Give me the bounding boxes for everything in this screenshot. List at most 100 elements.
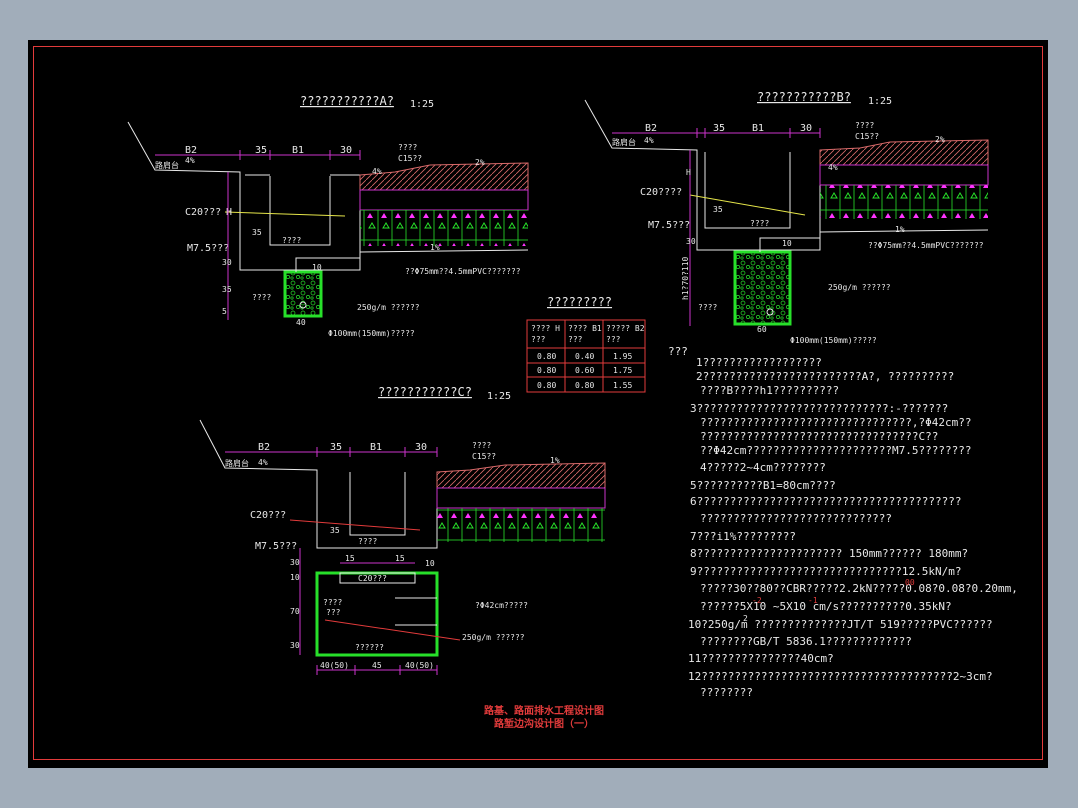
note-line-18: ????????GB/T 5836.1?????????????	[700, 635, 912, 648]
section-b-title: ???????????B?	[757, 90, 851, 104]
dim-c-45: 45	[372, 661, 382, 670]
label-c-q6: ??????	[355, 643, 384, 652]
table-r2c2: 0.60	[575, 366, 594, 375]
label-c-shoulder: 路肩台	[225, 458, 249, 468]
dim-c-15a: 15	[345, 554, 355, 563]
section-c-title: ???????????C?	[378, 385, 472, 399]
label-a-q4: ????	[398, 143, 417, 152]
dim-b-35: 35	[713, 123, 725, 134]
label-c-c20: C20???	[250, 510, 286, 521]
note-line-11: ?????????????????????????????	[700, 512, 892, 525]
label-a-h: H	[226, 207, 232, 218]
label-a-geo: 250g/m ??????	[357, 303, 420, 312]
label-b-pvc: ??Φ75mm??4.5mmPVC???????	[868, 241, 984, 250]
note-red-mark: 00	[905, 578, 915, 587]
table-h2a: ???? B1	[568, 324, 602, 333]
label-a-q4b: ????	[282, 236, 301, 245]
label-b-4pct: 4%	[644, 136, 654, 145]
dim-a-30b: 30	[222, 258, 232, 267]
dim-a-35c: 35	[222, 285, 232, 294]
label-b-pipe: Φ100mm(150mm)?????	[790, 336, 877, 345]
dim-c-70: 70	[290, 607, 300, 616]
label-a-4pct-2: 4%	[372, 167, 382, 176]
table-r1c3: 1.95	[613, 352, 632, 361]
section-a-scale: 1:25	[410, 99, 434, 110]
table-r3c1: 0.80	[537, 381, 556, 390]
label-b-geo: 250g/m ??????	[828, 283, 891, 292]
note-line-5: ????????????????????????????????,?Φ42cm?…	[700, 416, 972, 429]
label-c-phi42: ?Φ42cm?????	[475, 601, 528, 610]
dim-b-35b: 35	[713, 205, 723, 214]
note-line-9: 5??????????B1=80cm????	[690, 479, 836, 492]
label-c-q4c: ????	[323, 598, 342, 607]
note-line-6: ?????????????????????????????????C??	[700, 430, 938, 443]
section-a: ???????????A? 1:25 B2 35 B1 30 路肩台 4% 2%…	[127, 94, 529, 338]
dim-c-15b: 15	[395, 554, 405, 563]
table-h1b: ???	[531, 335, 546, 344]
dim-c-40b: 40(50)	[405, 661, 434, 670]
note-exp-sq: 2	[743, 614, 748, 623]
note-line-7: ??Φ42cm??????????????????????M7.5???????…	[700, 444, 972, 457]
table-h1a: ???? H	[531, 324, 560, 333]
notes: ??? 1?????????????????? 2???????????????…	[668, 345, 1018, 699]
dim-b-60: 60	[757, 325, 767, 334]
label-a-2pct: 2%	[475, 158, 485, 167]
label-a-c20: C20???	[185, 207, 221, 218]
note-line-4: 3?????????????????????????????:-???????	[690, 402, 948, 415]
table-h2b: ???	[568, 335, 583, 344]
label-a-4pct: 4%	[185, 156, 195, 165]
table-r3c2: 0.80	[575, 381, 594, 390]
note-line-2: 2????????????????????????A?, ??????????	[696, 370, 954, 383]
label-a-pvc: ??Φ75mm??4.5mmPVC???????	[405, 267, 521, 276]
section-a-title: ???????????A?	[300, 94, 394, 108]
table-h3a: ????? B2	[606, 324, 645, 333]
stamp-line-1: 路基、路面排水工程设计图	[484, 704, 604, 717]
note-line-16: ??????5X10 ~5X10 cm/s??????????0.35kN?	[700, 600, 952, 613]
label-c-1pct: 1%	[550, 456, 560, 465]
note-exp-neg1: -1	[808, 596, 818, 605]
dim-b-30b: 30	[686, 237, 696, 246]
dim-c-30a: 30	[290, 558, 300, 567]
dim-a-b2: B2	[185, 145, 197, 156]
dim-c-10b: 10	[290, 573, 300, 582]
note-line-14: 9???????????????????????????????12.5kN/m…	[690, 565, 962, 578]
dim-b-10: 10	[782, 239, 792, 248]
note-line-17: 10?250g/m ??????????????JT/T 519?????PVC…	[688, 618, 993, 631]
label-b-q4c: ????	[698, 303, 717, 312]
table-r1c1: 0.80	[537, 352, 556, 361]
label-b-4pct-2: 4%	[828, 163, 838, 172]
note-line-19: 11???????????????40cm?	[688, 652, 834, 665]
note-line-10: 6???????????????????????????????????????…	[690, 495, 962, 508]
note-line-1: 1??????????????????	[696, 356, 822, 369]
table-h3b: ???	[606, 335, 621, 344]
table-title: ?????????	[547, 295, 612, 309]
label-b-h: H	[686, 168, 691, 177]
label-c-q4b: ????	[358, 537, 377, 546]
note-line-15: ?????30??80??CBR?????2.2kN?????0.08?0.08…	[700, 582, 1018, 595]
label-b-q4b: ????	[750, 219, 769, 228]
label-a-1pct: 1%	[430, 243, 440, 252]
table-r1c2: 0.40	[575, 352, 594, 361]
section-b-scale: 1:25	[868, 96, 892, 107]
label-b-shoulder: 路肩台	[612, 137, 636, 147]
label-c-m75: M7.5???	[255, 541, 297, 552]
dim-c-10: 10	[425, 559, 435, 568]
label-b-m75: M7.5???	[648, 220, 690, 231]
note-line-21: ????????	[700, 686, 753, 699]
label-a-m75: M7.5???	[187, 243, 229, 254]
dim-b-30: 30	[800, 123, 812, 134]
label-c-c15: C15??	[472, 452, 496, 461]
section-c: ???????????C? 1:25 B2 35 B1 30 路肩台 4% 1%…	[199, 385, 606, 675]
table-r3c3: 1.55	[613, 381, 632, 390]
dim-a-35: 35	[255, 145, 267, 156]
dim-c-35b: 35	[330, 526, 340, 535]
label-a-q4c: ????	[252, 293, 271, 302]
dim-b-h1: h1?70?110	[681, 256, 690, 300]
dim-a-30: 30	[340, 145, 352, 156]
note-exp-neg2: -2	[752, 596, 762, 605]
stamp-line-2: 路堑边沟设计图（一）	[494, 717, 594, 730]
label-c-geo: 250g/m ??????	[462, 633, 525, 642]
cad-drawing: ???????????A? 1:25 B2 35 B1 30 路肩台 4% 2%…	[127, 90, 1018, 730]
dim-c-b2: B2	[258, 442, 270, 453]
label-c-q3: ???	[326, 608, 341, 617]
